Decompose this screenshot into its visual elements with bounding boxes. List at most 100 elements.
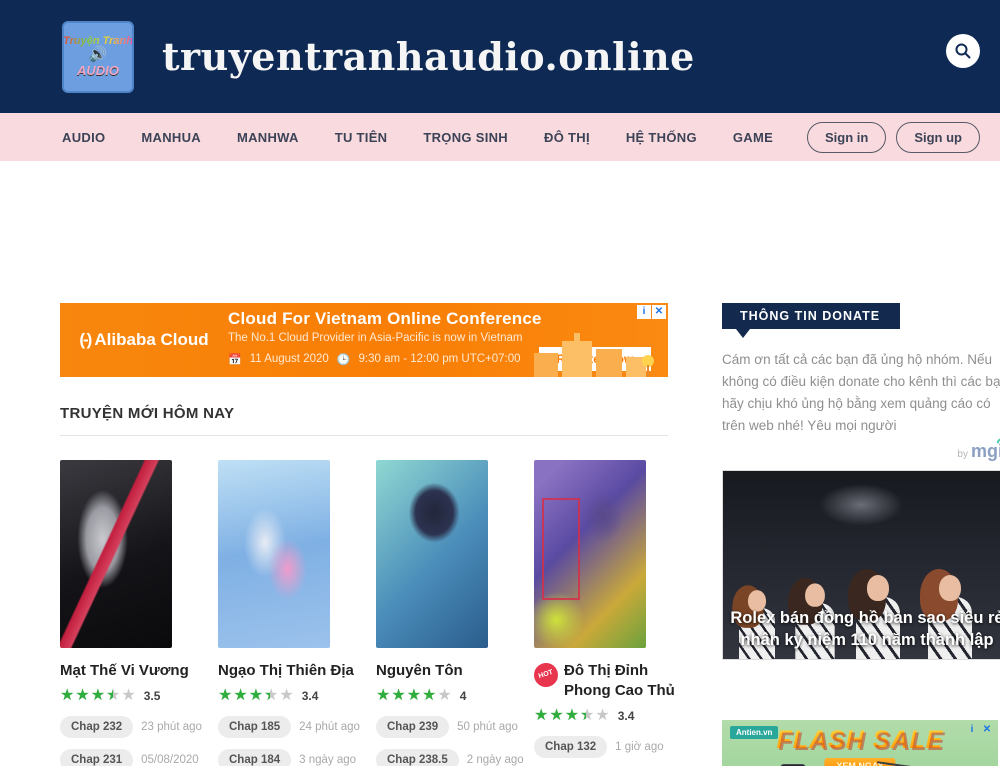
speaker-icon: 🔊 [89, 47, 108, 63]
mgid-logo: mgid [971, 441, 1000, 461]
nav-item-manhwa[interactable]: MANHWA [237, 130, 299, 145]
star-icon[interactable]: ★★ [549, 707, 563, 725]
rating-stars[interactable]: ★★★★★★★★★3.4 [534, 707, 680, 725]
star-icon[interactable]: ★ [437, 687, 451, 705]
ad-info-icon[interactable]: i [637, 305, 651, 319]
chapter-link[interactable]: Chap 239 [376, 716, 449, 738]
nav-item-manhua[interactable]: MANHUA [141, 130, 201, 145]
alibaba-banner-ad[interactable]: (-) Alibaba Cloud Cloud For Vietnam Onli… [60, 303, 668, 377]
comic-cover[interactable] [218, 460, 330, 648]
ad-close-icon[interactable]: ✕ [652, 305, 666, 319]
star-icon[interactable]: ★★ [391, 687, 405, 705]
ad-close-icon[interactable]: ✕ [980, 723, 994, 737]
comic-title[interactable]: HOTĐô Thị Đỉnh Phong Cao Thủ [534, 661, 680, 701]
site-logo[interactable]: Truyện Tranh 🔊 AUDIO [62, 21, 134, 93]
star-icon[interactable]: ★★ [106, 687, 120, 705]
comic-card: Mạt Thế Vi Vương★★★★★★★★★3.5Chap 23223 p… [60, 460, 206, 766]
star-icon[interactable]: ★★ [218, 687, 232, 705]
star-icon[interactable]: ★★ [580, 707, 594, 725]
comic-title-text: Nguyên Tôn [376, 661, 463, 681]
star-icon[interactable]: ★ [595, 707, 609, 725]
site-title[interactable]: truyentranhaudio.online [162, 34, 695, 79]
chapter-row: Chap 185 24 phút ago [218, 716, 364, 738]
chapter-timestamp: 3 ngày ago [299, 754, 356, 766]
comic-cover[interactable] [534, 460, 646, 648]
star-icon[interactable]: ★★ [264, 687, 278, 705]
star-icon[interactable]: ★★ [376, 687, 390, 705]
sign-up-button[interactable]: Sign up [896, 122, 980, 153]
banner-ad-time: 9:30 am - 12:00 pm UTC+07:00 [359, 353, 521, 365]
rolex-native-ad[interactable]: Rolex bán đồng hồ bản sao siêu rẻ nhân k… [722, 470, 1000, 660]
banner-ad-title: Cloud For Vietnam Online Conference [228, 309, 651, 329]
rating-stars[interactable]: ★★★★★★★★★3.4 [218, 687, 364, 705]
star-icon[interactable]: ★ [279, 687, 293, 705]
rating-value: 4 [460, 689, 467, 703]
nav-item-hệ-thống[interactable]: HỆ THỐNG [626, 130, 697, 145]
flash-sale-ad[interactable]: Antien.vn FLASH SALE XEM NGAY i ✕ [722, 720, 998, 766]
nav-item-trọng-sinh[interactable]: TRỌNG SINH [423, 130, 508, 145]
comic-cover[interactable] [376, 460, 488, 648]
rating-value: 3.4 [618, 709, 635, 723]
ad-choice-icons: i ✕ [965, 723, 994, 737]
selfie-stick-image [875, 761, 946, 766]
star-icon[interactable]: ★★ [534, 707, 548, 725]
chapter-link[interactable]: Chap 232 [60, 716, 133, 738]
comic-title[interactable]: Nguyên Tôn [376, 661, 522, 681]
chapter-link[interactable]: Chap 184 [218, 749, 291, 766]
section-divider [60, 435, 668, 436]
comic-title[interactable]: Mạt Thế Vi Vương [60, 661, 206, 681]
nav-item-game[interactable]: GAME [733, 130, 773, 145]
page-content: (-) Alibaba Cloud Cloud For Vietnam Onli… [0, 161, 1000, 766]
calendar-icon: 📅 [228, 353, 242, 366]
alibaba-logo-mark: (-) [79, 330, 90, 349]
nav-item-audio[interactable]: AUDIO [62, 130, 105, 145]
star-icon[interactable]: ★ [121, 687, 135, 705]
star-icon[interactable]: ★★ [75, 687, 89, 705]
chapter-link[interactable]: Chap 132 [534, 736, 607, 758]
chapter-timestamp: 24 phút ago [299, 721, 360, 733]
main-nav: AUDIO MANHUA MANHWA TU TIÊN TRỌNG SINH ĐÔ THỊ… [0, 113, 1000, 161]
search-button[interactable] [946, 34, 980, 68]
star-icon[interactable]: ★★ [60, 687, 74, 705]
rating-value: 3.5 [144, 689, 161, 703]
chapter-row: Chap 23950 phút ago [376, 716, 522, 738]
chapter-link[interactable]: Chap 231 [60, 749, 133, 766]
nav-item-tu-tiên[interactable]: TU TIÊN [335, 130, 388, 145]
clock-icon: 🕒 [337, 353, 351, 366]
chapter-row: Chap 238.5 2 ngày ago [376, 749, 522, 766]
rating-value: 3.4 [302, 689, 319, 703]
comic-title-text: Mạt Thế Vi Vương [60, 661, 189, 681]
donate-text: Cám ơn tất cả các bạn đã ủng hộ nhóm. Nế… [722, 349, 1000, 437]
sign-in-button[interactable]: Sign in [807, 122, 886, 153]
star-icon[interactable]: ★★ [565, 707, 579, 725]
ad-info-icon[interactable]: i [965, 723, 979, 737]
star-icon[interactable]: ★★ [422, 687, 436, 705]
chapter-row: Chap 232 23 phút ago [60, 716, 206, 738]
mgid-attribution[interactable]: bymgid [722, 441, 1000, 462]
sidebar: THÔNG TIN DONATE Cám ơn tất cả các bạn đ… [722, 161, 1000, 766]
city-illustration [534, 331, 654, 377]
rating-stars[interactable]: ★★★★★★★★★4 [376, 687, 522, 705]
chapter-row: Chap 132 1 giờ ago [534, 736, 680, 758]
comic-card: HOTĐô Thị Đỉnh Phong Cao Thủ★★★★★★★★★3.4… [534, 460, 680, 766]
rating-stars[interactable]: ★★★★★★★★★3.5 [60, 687, 206, 705]
header: Truyện Tranh 🔊 AUDIO truyentranhaudio.on… [0, 0, 1000, 113]
nav-item-đô-thị[interactable]: ĐÔ THỊ [544, 130, 590, 145]
chapter-timestamp: 1 giờ ago [615, 741, 663, 753]
section-title: TRUYỆN MỚI HÔM NAY [60, 405, 680, 422]
comic-title[interactable]: Ngạo Thị Thiên Địa [218, 661, 364, 681]
star-icon[interactable]: ★★ [233, 687, 247, 705]
comic-cover[interactable] [60, 460, 172, 648]
alibaba-logo-text: Alibaba Cloud [94, 330, 208, 349]
comic-card: Nguyên Tôn★★★★★★★★★4Chap 23950 phút agoC… [376, 460, 522, 766]
chapter-link[interactable]: Chap 185 [218, 716, 291, 738]
chapter-row: Chap 23105/08/2020 [60, 749, 206, 766]
banner-ad-date: 11 August 2020 [250, 353, 329, 365]
star-icon[interactable]: ★★ [407, 687, 421, 705]
chapter-link[interactable]: Chap 238.5 [376, 749, 459, 766]
chapter-timestamp: 23 phút ago [141, 721, 202, 733]
chapter-timestamp: 2 ngày ago [467, 754, 524, 766]
star-icon[interactable]: ★★ [91, 687, 105, 705]
star-icon[interactable]: ★★ [249, 687, 263, 705]
donate-heading-ribbon: THÔNG TIN DONATE [722, 303, 900, 329]
